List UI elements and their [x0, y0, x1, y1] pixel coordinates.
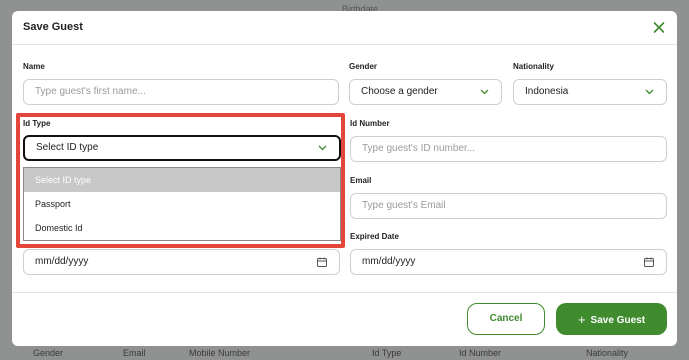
birthdate-value: mm/dd/yyyy	[35, 256, 89, 267]
calendar-icon[interactable]	[316, 256, 328, 268]
modal-title: Save Guest	[23, 21, 83, 33]
close-icon[interactable]	[651, 18, 667, 36]
nationality-select-value: Indonesia	[525, 86, 569, 97]
chevron-down-icon	[480, 80, 489, 104]
gender-select[interactable]: Choose a gender	[349, 79, 502, 105]
gender-label: Gender	[349, 62, 378, 71]
background-column-email: Email	[123, 348, 146, 358]
expired-date-value: mm/dd/yyyy	[362, 256, 416, 267]
name-input[interactable]: Type guest's first name...	[23, 79, 339, 105]
birthdate-input[interactable]: mm/dd/yyyy	[23, 249, 340, 275]
modal-footer-divider	[12, 292, 677, 293]
name-label: Name	[23, 62, 45, 71]
annotation-highlight-box	[16, 113, 345, 248]
cancel-button[interactable]: Cancel	[467, 303, 545, 335]
background-column-idtype: Id Type	[372, 348, 402, 358]
email-input[interactable]: Type guest's Email	[350, 193, 667, 219]
calendar-icon[interactable]	[643, 256, 655, 268]
background-column-gender: Gender	[33, 348, 64, 358]
email-label: Email	[350, 176, 372, 185]
id-number-input[interactable]: Type guest's ID number...	[350, 136, 667, 162]
expired-date-label: Expired Date	[350, 232, 399, 241]
background-column-mobile: Mobile Number	[189, 348, 251, 358]
expired-date-input[interactable]: mm/dd/yyyy	[350, 249, 667, 275]
save-guest-button[interactable]: + Save Guest	[556, 303, 667, 335]
background-column-idnumber: Id Number	[459, 348, 502, 358]
id-number-label: Id Number	[350, 119, 390, 128]
save-guest-button-label: Save Guest	[590, 315, 646, 326]
modal-header: Save Guest	[12, 11, 677, 45]
nationality-select[interactable]: Indonesia	[513, 79, 667, 105]
plus-icon: +	[577, 312, 586, 327]
nationality-label: Nationality	[513, 62, 554, 71]
chevron-down-icon	[645, 80, 654, 104]
gender-select-value: Choose a gender	[361, 86, 438, 97]
background-column-nationality: Nationality	[586, 348, 629, 358]
